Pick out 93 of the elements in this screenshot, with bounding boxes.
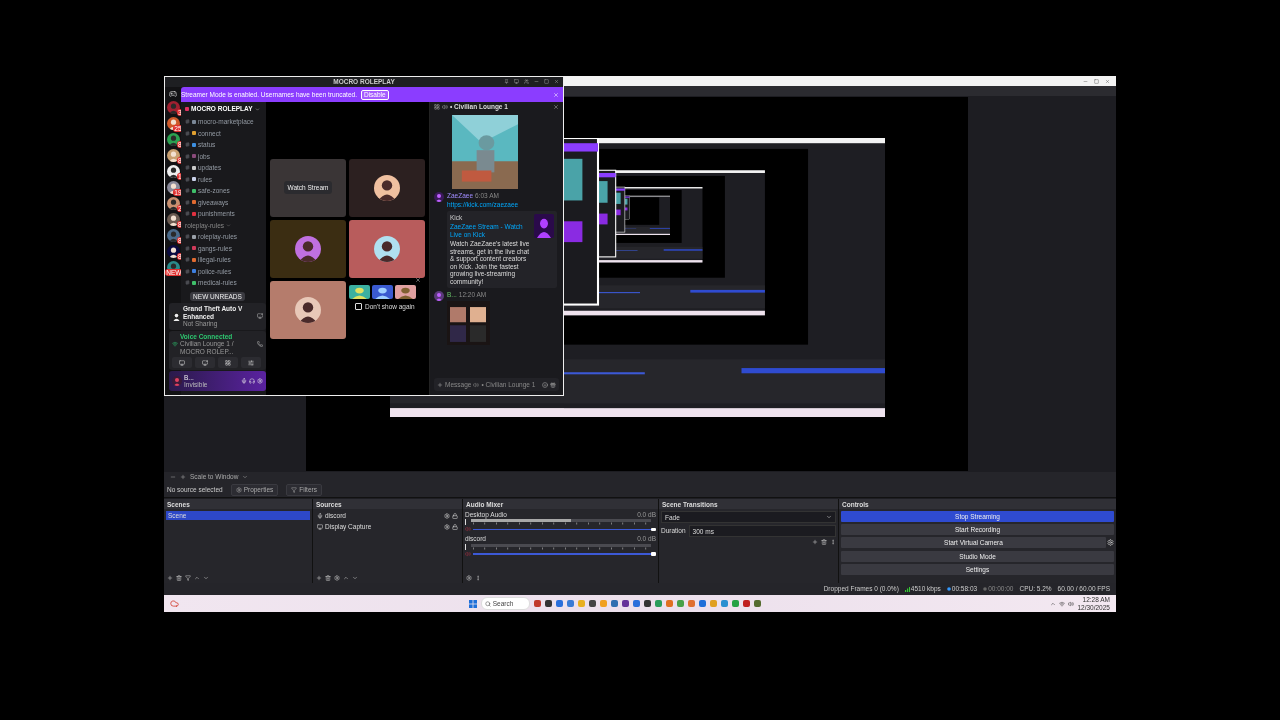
grid-icon bbox=[225, 359, 231, 366]
more-icon[interactable] bbox=[830, 539, 836, 545]
gear-icon[interactable] bbox=[444, 523, 450, 530]
hash-icon bbox=[185, 130, 190, 136]
tray-icon[interactable] bbox=[1050, 600, 1057, 607]
headphones-icon[interactable] bbox=[249, 378, 255, 384]
activities-button[interactable] bbox=[218, 357, 238, 368]
search-icon bbox=[484, 600, 491, 607]
hash-icon bbox=[185, 245, 190, 251]
pin-icon[interactable] bbox=[504, 79, 509, 84]
windows-start-icon[interactable] bbox=[468, 599, 477, 608]
add-icon[interactable] bbox=[316, 575, 322, 581]
gamepad-icon[interactable] bbox=[169, 90, 177, 98]
add-icon[interactable] bbox=[437, 381, 443, 388]
hash-icon bbox=[185, 153, 190, 159]
disconnect-icon[interactable] bbox=[257, 340, 263, 347]
add-icon[interactable] bbox=[812, 539, 818, 545]
volume-icon[interactable] bbox=[1068, 600, 1075, 607]
filter-icon bbox=[291, 486, 298, 493]
hash-icon bbox=[185, 268, 190, 274]
slider-thumb[interactable] bbox=[651, 552, 656, 556]
settings-icon[interactable] bbox=[257, 378, 263, 384]
minimize-icon[interactable] bbox=[1083, 78, 1088, 84]
camera-button[interactable] bbox=[172, 357, 192, 368]
caret-icon bbox=[826, 514, 832, 520]
hash-icon bbox=[185, 257, 190, 263]
lock-icon[interactable] bbox=[452, 523, 458, 530]
speaker-icon bbox=[473, 381, 480, 388]
up-icon[interactable] bbox=[194, 575, 200, 581]
gear-icon bbox=[235, 486, 242, 493]
gear-icon[interactable] bbox=[466, 575, 472, 581]
filter-icon[interactable] bbox=[185, 575, 191, 581]
maximize-icon[interactable] bbox=[544, 79, 549, 84]
hash-icon bbox=[185, 165, 190, 171]
monitor-icon bbox=[317, 523, 323, 530]
hash-icon bbox=[185, 119, 190, 125]
lock-icon[interactable] bbox=[452, 512, 458, 519]
slider-thumb[interactable] bbox=[651, 527, 656, 532]
signal-icon bbox=[172, 340, 178, 347]
more-icon[interactable] bbox=[475, 575, 481, 581]
gear-icon[interactable] bbox=[1107, 539, 1114, 547]
down-icon[interactable] bbox=[352, 575, 358, 581]
weather-icon[interactable] bbox=[170, 599, 179, 608]
microphone-icon bbox=[317, 512, 323, 519]
checkbox[interactable] bbox=[355, 302, 362, 310]
video-tile[interactable] bbox=[349, 158, 425, 217]
close-icon[interactable] bbox=[554, 79, 559, 84]
monitor-icon bbox=[179, 359, 185, 366]
hash-icon bbox=[185, 188, 190, 194]
hash-icon bbox=[185, 199, 190, 205]
down-icon[interactable] bbox=[203, 575, 209, 581]
trash-icon[interactable] bbox=[176, 575, 182, 581]
sliders-icon bbox=[248, 359, 254, 366]
emoji-icon[interactable] bbox=[542, 381, 548, 388]
screen-share-icon bbox=[202, 359, 208, 366]
add-icon[interactable] bbox=[167, 575, 173, 581]
hash-icon bbox=[185, 280, 190, 286]
close-icon[interactable] bbox=[1105, 78, 1110, 84]
video-tile[interactable] bbox=[270, 280, 346, 339]
video-tile[interactable] bbox=[349, 219, 425, 278]
gear-icon[interactable] bbox=[444, 512, 450, 519]
close-icon[interactable] bbox=[553, 104, 559, 110]
hash-icon bbox=[185, 142, 190, 148]
thread-icon[interactable] bbox=[434, 104, 440, 110]
server-icon bbox=[185, 107, 189, 111]
volume-slider[interactable] bbox=[473, 526, 656, 532]
monitor-icon[interactable] bbox=[514, 79, 519, 84]
soundboard-button[interactable] bbox=[241, 357, 261, 368]
up-icon[interactable] bbox=[343, 575, 349, 581]
signal-icon bbox=[904, 586, 910, 592]
video-tile[interactable] bbox=[270, 219, 346, 278]
caret-icon bbox=[226, 222, 232, 228]
trash-icon[interactable] bbox=[325, 575, 331, 581]
zoom-in-icon[interactable] bbox=[180, 474, 186, 480]
gift-icon[interactable] bbox=[550, 381, 556, 388]
volume-slider[interactable] bbox=[473, 551, 656, 557]
trash-icon[interactable] bbox=[821, 539, 827, 545]
minimize-icon[interactable] bbox=[534, 79, 539, 84]
hash-icon bbox=[185, 211, 190, 217]
users-icon[interactable] bbox=[524, 79, 529, 84]
microphone-icon[interactable] bbox=[241, 378, 247, 384]
screen-share-button[interactable] bbox=[195, 357, 215, 368]
maximize-icon[interactable] bbox=[1094, 78, 1099, 84]
record-dot-icon bbox=[983, 587, 988, 591]
hash-icon bbox=[185, 234, 190, 240]
speaker-icon bbox=[442, 104, 448, 110]
caret-icon[interactable] bbox=[254, 106, 260, 112]
caret-icon[interactable] bbox=[242, 474, 249, 480]
screen-share-icon[interactable] bbox=[257, 313, 263, 320]
wifi-icon[interactable] bbox=[1059, 600, 1066, 607]
hash-icon bbox=[185, 176, 190, 182]
stream-dot-icon bbox=[946, 587, 951, 591]
gear-icon[interactable] bbox=[334, 575, 340, 581]
